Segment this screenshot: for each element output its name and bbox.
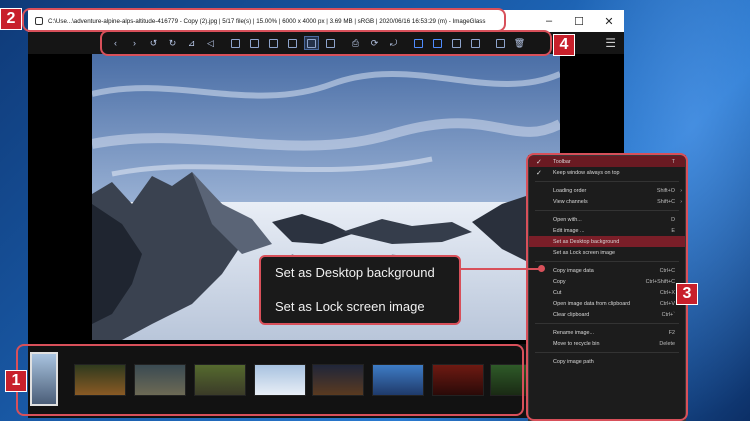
marker-4: 4 (553, 34, 575, 56)
callout-connector (461, 268, 542, 270)
zoom-lock-screen: Set as Lock screen image (275, 299, 425, 314)
zoom-desktop-background: Set as Desktop background (275, 265, 435, 280)
toolbar-highlight (100, 30, 552, 56)
callout-dot (538, 265, 545, 272)
marker-2: 2 (0, 8, 22, 30)
context-menu-highlight (526, 153, 688, 421)
zoom-callout: Set as Desktop background Set as Lock sc… (259, 255, 461, 325)
thumbnail-highlight (16, 344, 524, 416)
maximize-button[interactable]: ☐ (564, 10, 594, 32)
marker-3: 3 (676, 283, 698, 305)
title-highlight (22, 8, 506, 32)
close-button[interactable]: ✕ (594, 10, 624, 32)
marker-1: 1 (5, 370, 27, 392)
minimize-button[interactable]: – (534, 10, 564, 32)
main-menu-icon[interactable]: ☰ (605, 36, 616, 50)
window-controls: – ☐ ✕ (534, 10, 624, 32)
